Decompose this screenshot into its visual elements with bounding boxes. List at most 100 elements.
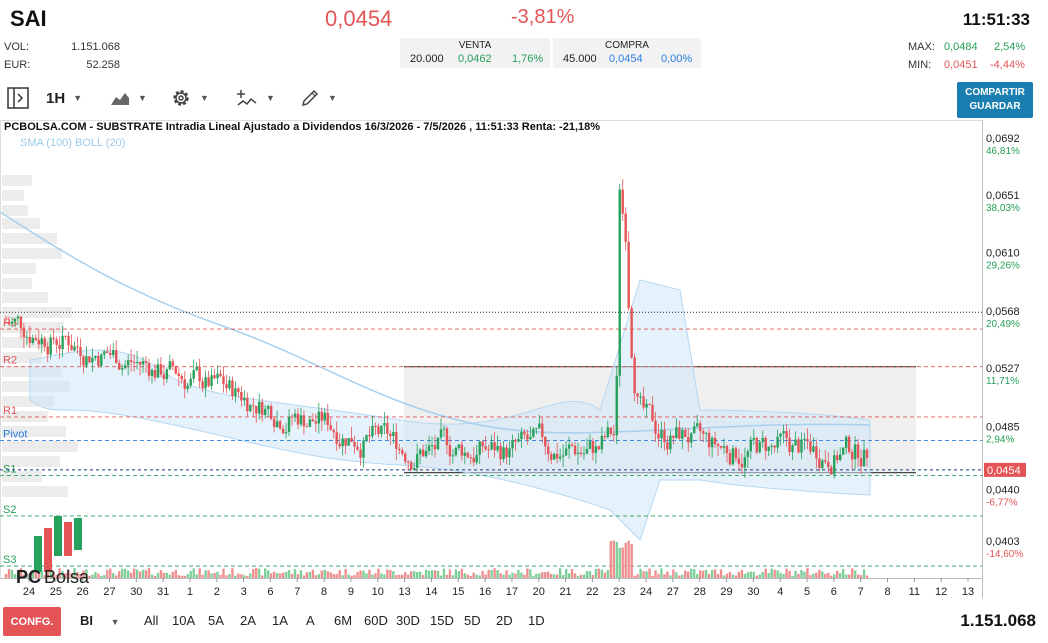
chart-toolbar: 1H ▼ ▼ ▼ ▼ ▼ xyxy=(0,84,360,112)
time-axis-label: 21 xyxy=(559,586,571,598)
candle-body xyxy=(308,419,312,427)
volume-bar xyxy=(645,571,648,578)
volume-bar xyxy=(570,569,574,578)
candle-body xyxy=(377,426,380,435)
chart-type-selector[interactable]: BI ▼ xyxy=(80,613,120,628)
gear-icon xyxy=(173,90,189,106)
candle-body xyxy=(469,457,472,459)
candle-body xyxy=(332,429,335,433)
range-button-a[interactable]: A xyxy=(306,613,315,628)
time-axis-label: 13 xyxy=(398,586,410,598)
range-button-1d[interactable]: 1D xyxy=(528,613,545,628)
drawing-tools-selector[interactable]: ▼ xyxy=(300,84,337,112)
interval-selector[interactable]: 1H ▼ xyxy=(46,84,82,112)
chevron-down-icon: ▼ xyxy=(73,93,83,103)
candle-body xyxy=(16,316,20,319)
candle-body xyxy=(70,345,73,351)
panel-toggle-icon xyxy=(7,87,29,109)
toggle-panel-button[interactable] xyxy=(6,84,30,112)
volume-bar xyxy=(198,568,201,578)
save-label: GUARDAR xyxy=(969,101,1021,112)
candle-body xyxy=(147,363,151,376)
volume-bar xyxy=(734,575,738,578)
candle-body xyxy=(386,423,389,434)
candle-body xyxy=(836,455,839,461)
candle-body xyxy=(520,431,523,440)
candle-body xyxy=(64,335,67,337)
volume-bar xyxy=(547,571,550,578)
bottom-bar: CONFG. BI ▼ All 10A 5A 2A 1A A 6M 60D 30D 15D 5D 2D… xyxy=(0,605,1048,637)
candle-body xyxy=(645,403,648,408)
candle-body xyxy=(740,463,744,468)
logo-bar xyxy=(64,522,72,556)
candle-body xyxy=(88,356,91,363)
candle-body xyxy=(275,421,279,427)
candle-body xyxy=(535,428,538,430)
volume-bar xyxy=(326,571,329,578)
indicators-selector[interactable]: ▼ xyxy=(236,84,275,112)
volume-bar xyxy=(478,575,481,578)
price-chart[interactable]: R3R2R1PivotS1S2S30,069246,81%0,065138,03… xyxy=(0,120,1048,605)
chart-style-selector[interactable]: ▼ xyxy=(110,84,147,112)
range-button-30d[interactable]: 30D xyxy=(396,613,420,628)
candle-body xyxy=(150,369,154,376)
candle-body xyxy=(865,449,869,458)
candle-body xyxy=(228,380,231,389)
range-button-6m[interactable]: 6M xyxy=(334,613,352,628)
time-axis-label: 5 xyxy=(804,586,810,598)
candle-body xyxy=(818,458,821,468)
quote-time: 11:51:33 xyxy=(962,10,1030,29)
volume-bar xyxy=(427,570,431,578)
range-button-5a[interactable]: 5A xyxy=(208,613,224,628)
candle-body xyxy=(853,444,857,460)
volume-bar xyxy=(830,575,833,578)
candle-body xyxy=(264,409,267,415)
range-button-10a[interactable]: 10A xyxy=(172,613,195,628)
range-button-1a[interactable]: 1A xyxy=(272,613,288,628)
volume-bar xyxy=(266,570,270,578)
candle-body xyxy=(287,416,291,432)
time-axis-label: 3 xyxy=(241,586,247,598)
max-value: 0,0484 xyxy=(944,41,978,53)
range-button-15d[interactable]: 15D xyxy=(430,613,454,628)
price-axis-label: 0,0485 xyxy=(986,422,1020,434)
candle-body xyxy=(547,446,550,455)
volume-bar xyxy=(555,574,559,578)
volume-bar xyxy=(550,573,553,578)
share-save-button[interactable]: COMPARTIR GUARDAR xyxy=(957,82,1033,118)
volume-bar xyxy=(839,573,842,578)
volume-bar xyxy=(693,569,696,578)
pivot-label-s3: S3 xyxy=(3,554,16,566)
range-button-2a[interactable]: 2A xyxy=(240,613,256,628)
volume-bar xyxy=(630,543,633,578)
candle-body xyxy=(532,428,535,437)
range-button-5d[interactable]: 5D xyxy=(464,613,481,628)
candle-body xyxy=(296,413,300,425)
volume-bar xyxy=(195,574,198,578)
candle-body xyxy=(579,452,583,455)
candle-body xyxy=(272,418,276,427)
range-button-60d[interactable]: 60D xyxy=(364,613,388,628)
settings-selector[interactable]: ▼ xyxy=(170,84,209,112)
volume-bar xyxy=(496,569,499,578)
indicator-legend: SMA (100) BOLL (20) xyxy=(20,137,126,149)
volume-profile-bar xyxy=(2,292,48,303)
candle-body xyxy=(499,445,502,460)
candle-body xyxy=(597,446,601,450)
volume-bar xyxy=(746,572,750,578)
candle-body xyxy=(314,421,318,424)
volume-bar xyxy=(532,575,535,578)
volume-profile-bar xyxy=(2,263,36,274)
candle-body xyxy=(123,365,127,369)
range-button-2d[interactable]: 2D xyxy=(496,613,513,628)
volume-bar xyxy=(594,568,598,578)
config-button[interactable]: CONFG. xyxy=(3,607,61,636)
volume-bar xyxy=(785,568,788,578)
range-button-all[interactable]: All xyxy=(144,613,158,628)
candle-body xyxy=(210,375,213,387)
volume-bar xyxy=(144,570,148,578)
share-label: COMPARTIR xyxy=(965,87,1025,98)
candle-body xyxy=(97,355,100,366)
candle-body xyxy=(329,425,332,430)
volume-bar xyxy=(737,571,741,578)
